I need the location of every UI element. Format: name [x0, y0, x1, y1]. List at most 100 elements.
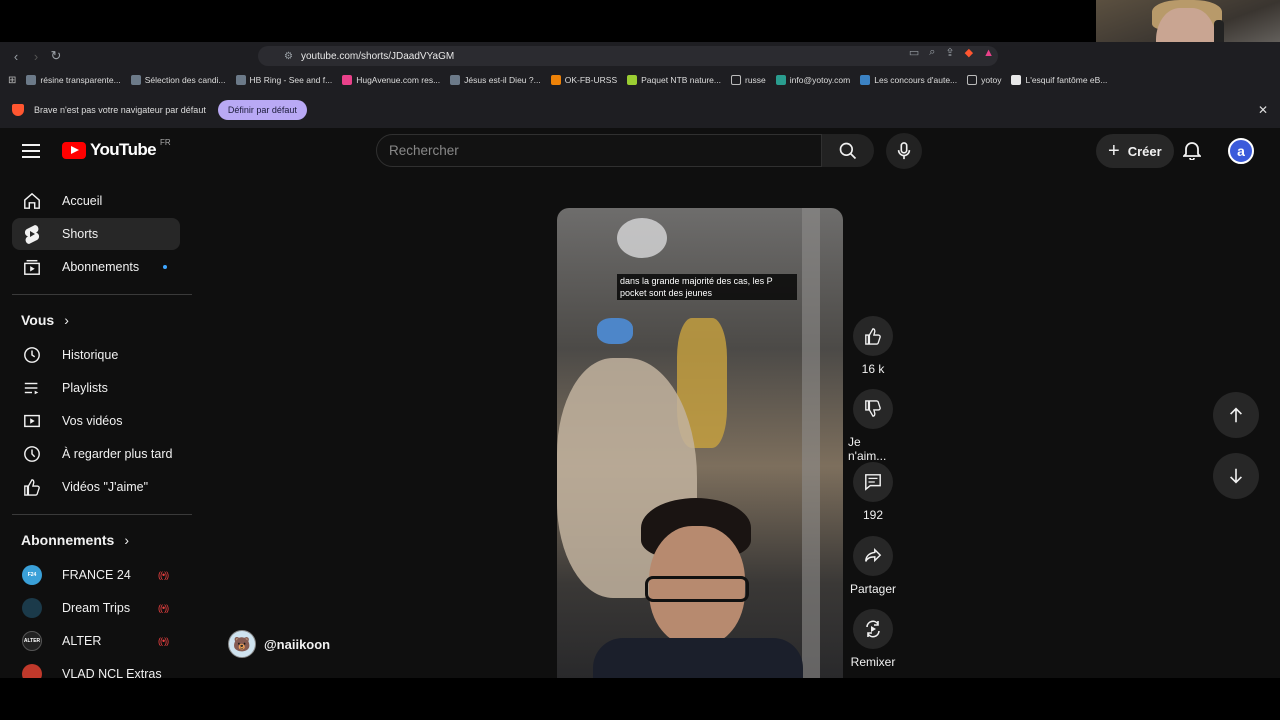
search-input[interactable]: Rechercher: [376, 134, 822, 167]
search-button[interactable]: [822, 134, 874, 167]
share-label: Partager: [849, 582, 897, 596]
video-mask: [597, 318, 633, 344]
comment-count: 192: [862, 508, 884, 522]
back-icon[interactable]: ‹: [6, 46, 26, 66]
url-text: youtube.com/shorts/JDaadVYaGM: [300, 50, 455, 62]
folder-icon: [730, 75, 741, 85]
voice-search-button[interactable]: [886, 133, 922, 169]
share-icon: [865, 547, 882, 563]
sidebar: Accueil Shorts Abonnements Vous › Histor…: [0, 184, 200, 678]
sidebar-item-shorts[interactable]: Shorts: [12, 218, 180, 250]
bookmark-item[interactable]: OK-FB-URSS: [550, 75, 617, 85]
bookmark-item[interactable]: Les concours d'aute...: [860, 75, 957, 85]
bookmark-item[interactable]: HugAvenue.com res...: [342, 75, 440, 85]
bookmark-item[interactable]: résine transparente...: [26, 75, 121, 85]
playlist-icon: [22, 378, 42, 398]
share-button[interactable]: [853, 536, 893, 576]
forward-icon[interactable]: ›: [26, 46, 46, 66]
clock-icon: [22, 444, 42, 464]
brave-rewards-icon[interactable]: ▲: [983, 47, 994, 59]
dislike-button[interactable]: [853, 389, 893, 429]
bookmarks-bar: ⊞ résine transparente... Sélection des c…: [0, 70, 1280, 90]
globe-icon: [26, 75, 37, 85]
dislike-label: Je n'aim...: [848, 435, 887, 463]
subscription-channel[interactable]: F24 FRANCE 24 ((•)): [12, 559, 180, 591]
chevron-right-icon: ›: [124, 532, 130, 548]
sidebar-item-your-videos[interactable]: Vos vidéos: [12, 405, 180, 437]
short-video-player[interactable]: dans la grande majorité des cas, les P p…: [557, 208, 843, 678]
search-placeholder: Rechercher: [389, 143, 459, 158]
create-label: Créer: [1127, 143, 1162, 159]
masthead: YouTube FR Rechercher + Créer a: [0, 128, 1280, 174]
browser-chrome: ‹ › ↻ ⚙ youtube.com/shorts/JDaadVYaGM ▭ …: [0, 42, 1280, 128]
create-button[interactable]: + Créer: [1096, 134, 1174, 168]
channel-avatar: F24: [22, 565, 42, 585]
sidebar-item-liked-videos[interactable]: Vidéos "J'aime": [12, 471, 180, 503]
next-short-button[interactable]: [1213, 453, 1259, 499]
bookmark-item[interactable]: HB Ring - See and f...: [235, 75, 332, 85]
sidebar-item-watch-later[interactable]: À regarder plus tard: [12, 438, 180, 470]
share-page-icon[interactable]: ⇪: [945, 46, 954, 59]
youtube-logo[interactable]: YouTube FR: [62, 137, 171, 160]
region-code: FR: [160, 137, 171, 147]
remix-button[interactable]: [853, 609, 893, 649]
like-action[interactable]: 16 k: [848, 316, 898, 376]
bookmark-item[interactable]: Paquet NTB nature...: [627, 75, 721, 85]
video-background-figure: [617, 218, 667, 258]
notifications-button[interactable]: [1180, 138, 1204, 162]
presenter-shirt: [593, 638, 803, 678]
set-default-button[interactable]: Définir par défaut: [217, 100, 307, 120]
channel-handle[interactable]: @naiikoon: [264, 637, 330, 652]
thumbs-up-icon: [865, 328, 881, 345]
sidebar-item-history[interactable]: Historique: [12, 339, 180, 371]
short-channel[interactable]: 🐻 @naiikoon: [228, 630, 330, 658]
sidebar-item-subscriptions[interactable]: Abonnements: [12, 251, 180, 283]
share-action[interactable]: Partager: [848, 536, 898, 596]
bookmark-item[interactable]: L'esquif fantôme eB...: [1011, 75, 1107, 85]
search-icon: [839, 142, 857, 159]
subscription-channel[interactable]: ALTER ALTER ((•)): [12, 625, 180, 657]
folder-icon: [967, 75, 978, 85]
subscriptions-section-header[interactable]: Abonnements ›: [21, 532, 129, 548]
url-row: ‹ › ↻ ⚙ youtube.com/shorts/JDaadVYaGM ▭ …: [0, 42, 1280, 70]
subscription-channel[interactable]: Dream Trips ((•)): [12, 592, 180, 624]
comments-button[interactable]: [853, 462, 893, 502]
address-bar[interactable]: ⚙ youtube.com/shorts/JDaadVYaGM: [258, 46, 998, 66]
bookmark-item[interactable]: info@yotoy.com: [775, 75, 850, 85]
apps-icon[interactable]: ⊞: [8, 75, 16, 86]
bookmark-folder[interactable]: russe: [730, 75, 766, 85]
ok-icon: [550, 75, 561, 85]
leaf-icon: [627, 75, 638, 85]
bookmark-item[interactable]: Sélection des candi...: [130, 75, 226, 85]
bell-icon: [1183, 142, 1201, 160]
channel-avatar[interactable]: 🐻: [228, 630, 256, 658]
like-count: 16 k: [861, 362, 885, 376]
comments-action[interactable]: 192: [848, 462, 898, 522]
sidebar-item-home[interactable]: Accueil: [12, 185, 180, 217]
close-icon[interactable]: ✕: [1258, 103, 1268, 117]
bookmark-item[interactable]: Jésus est-il Dieu ?...: [450, 75, 541, 85]
account-avatar[interactable]: a: [1228, 138, 1254, 164]
mail-icon: [775, 75, 786, 85]
site-info-icon[interactable]: ⚙: [284, 51, 293, 62]
bookmark-folder[interactable]: yotoy: [967, 75, 1001, 85]
remix-label: Remixer: [850, 655, 896, 669]
brave-shield-icon[interactable]: ◆: [965, 46, 973, 59]
globe-icon: [235, 75, 246, 85]
brave-lion-icon: [12, 104, 24, 116]
menu-icon[interactable]: [22, 144, 40, 158]
sidebar-item-playlists[interactable]: Playlists: [12, 372, 180, 404]
zoom-icon[interactable]: ⌕: [929, 46, 935, 59]
live-icon: ((•)): [158, 603, 169, 613]
remix-action[interactable]: Remixer: [848, 609, 898, 669]
new-content-dot: [163, 265, 167, 269]
divider: [12, 294, 192, 295]
like-button[interactable]: [853, 316, 893, 356]
reload-icon[interactable]: ↻: [46, 46, 66, 66]
video-icon: [22, 411, 42, 431]
dislike-action[interactable]: Je n'aim...: [848, 389, 898, 463]
subscription-channel[interactable]: VLAD NCL Extras: [12, 658, 180, 678]
screen-icon[interactable]: ▭: [909, 46, 919, 59]
previous-short-button[interactable]: [1213, 392, 1259, 438]
you-section-header[interactable]: Vous ›: [21, 312, 69, 328]
